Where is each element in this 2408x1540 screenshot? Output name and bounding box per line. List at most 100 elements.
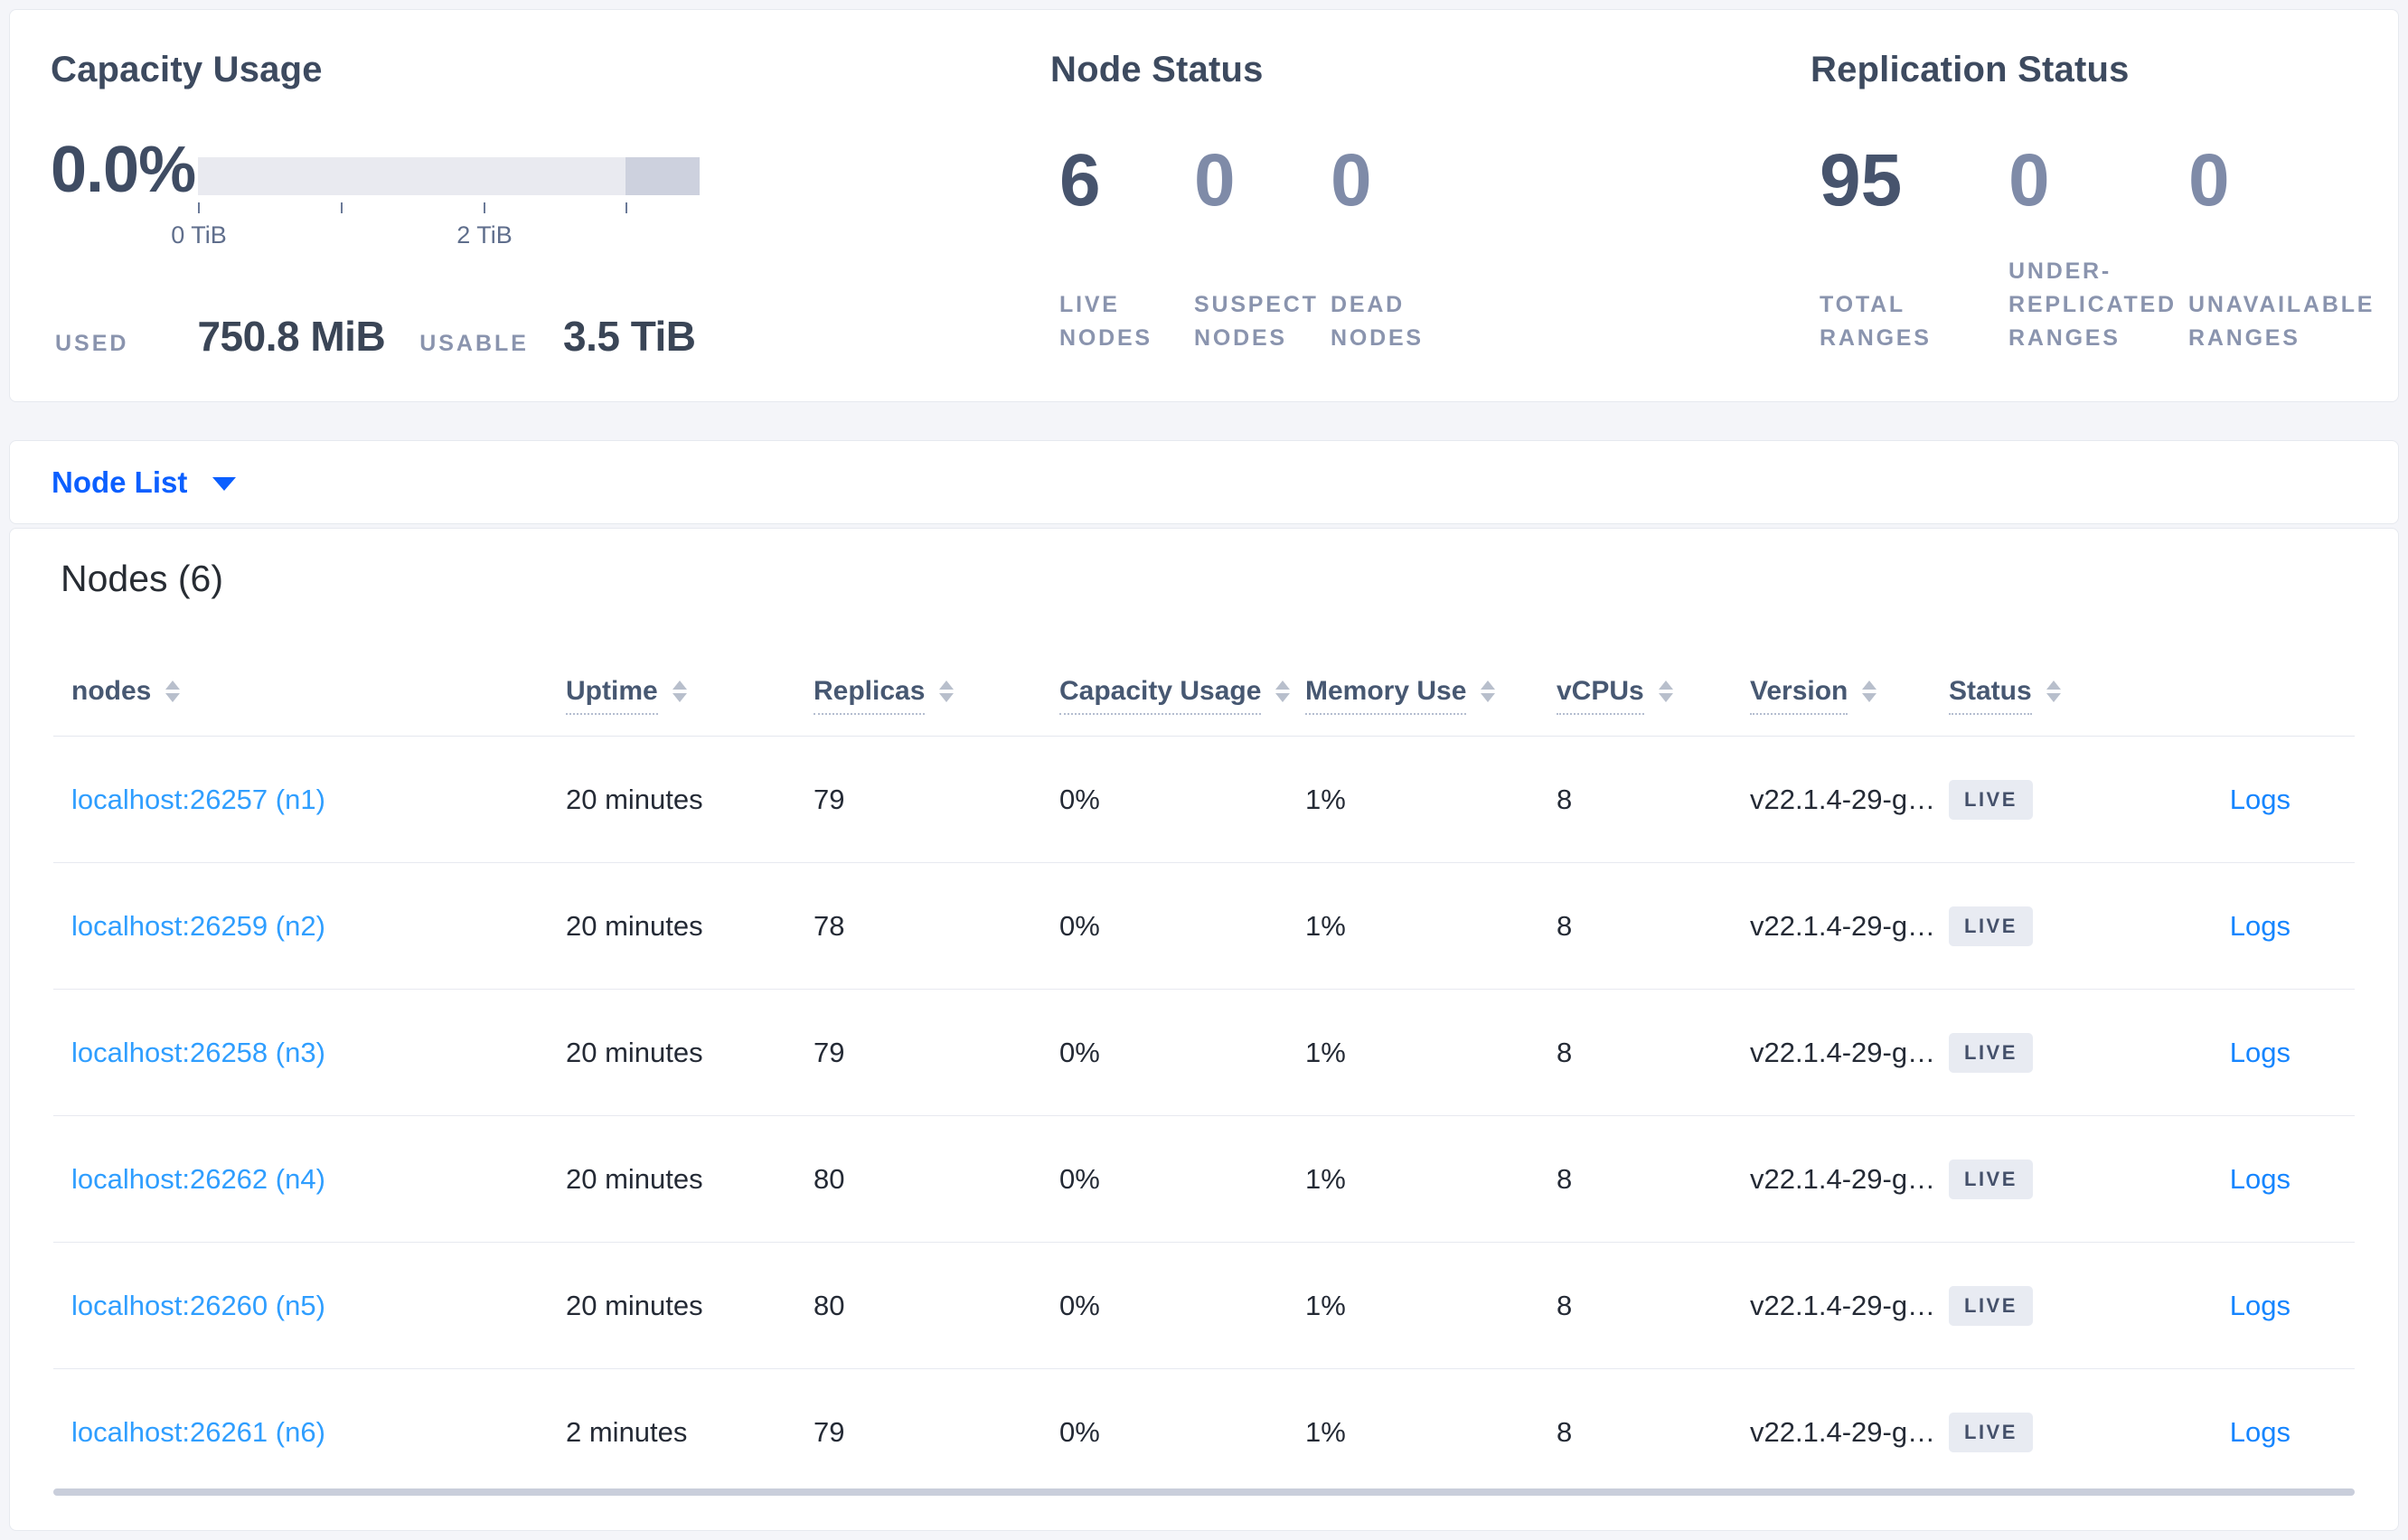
column-header-uptime[interactable]: Uptime <box>566 676 814 715</box>
node-link[interactable]: localhost:26262 (n4) <box>71 1163 325 1195</box>
sort-icon <box>1862 680 1877 702</box>
vcpus-cell: 8 <box>1557 1162 1573 1195</box>
uptime-cell: 20 minutes <box>566 1289 703 1321</box>
live-nodes-count: 6 <box>1059 139 1101 221</box>
status-badge: LIVE <box>1949 1285 2033 1326</box>
sort-icon <box>2046 680 2061 702</box>
under-replicated-ranges-label: UNDER- REPLICATED RANGES <box>2008 258 2177 351</box>
version-cell: v22.1.4-29-g… <box>1750 1416 1936 1448</box>
vcpus-cell: 8 <box>1557 909 1573 942</box>
capacity-usage-section: Capacity Usage 0.0% 0 TiB 2 TiB USED 750… <box>51 46 1018 371</box>
memory-cell: 1% <box>1305 1416 1346 1448</box>
node-link[interactable]: localhost:26258 (n3) <box>71 1037 325 1068</box>
replicas-cell: 80 <box>814 1289 845 1321</box>
cluster-summary-panel: Capacity Usage 0.0% 0 TiB 2 TiB USED 750… <box>9 9 2399 402</box>
memory-cell: 1% <box>1305 909 1346 942</box>
capacity-usage-title: Capacity Usage <box>51 50 323 89</box>
table-row: localhost:26261 (n6) 2 minutes 79 0% 1% … <box>53 1369 2355 1496</box>
capacity-bar-dark-segment <box>626 157 700 195</box>
version-cell: v22.1.4-29-g… <box>1750 783 1936 815</box>
memory-cell: 1% <box>1305 1162 1346 1195</box>
column-header-nodes[interactable]: nodes <box>71 676 566 707</box>
capacity-cell: 0% <box>1059 783 1100 815</box>
suspect-nodes-label: SUSPECT NODES <box>1194 292 1319 351</box>
uptime-cell: 20 minutes <box>566 909 703 942</box>
capacity-bar <box>198 157 700 195</box>
capacity-percent: 0.0% <box>51 134 196 206</box>
vcpus-cell: 8 <box>1557 1289 1573 1321</box>
capacity-cell: 0% <box>1059 1416 1100 1448</box>
replicas-cell: 79 <box>814 1416 845 1448</box>
memory-cell: 1% <box>1305 1036 1346 1068</box>
replication-status-title: Replication Status <box>1811 50 2130 89</box>
vcpus-cell: 8 <box>1557 1036 1573 1068</box>
total-ranges-label: TOTAL RANGES <box>1820 292 1932 351</box>
node-status-section: Node Status 6 0 0 LIVE NODES SUSPECT NOD… <box>1050 46 1773 371</box>
vcpus-cell: 8 <box>1557 1416 1573 1448</box>
logs-link[interactable]: Logs <box>2230 1163 2290 1195</box>
sort-icon <box>939 680 955 702</box>
total-ranges-count: 95 <box>1820 139 1903 221</box>
node-link[interactable]: localhost:26260 (n5) <box>71 1290 325 1321</box>
version-cell: v22.1.4-29-g… <box>1750 1162 1936 1195</box>
status-badge: LIVE <box>1949 779 2033 820</box>
node-list-dropdown[interactable]: Node List <box>10 441 2398 523</box>
replicas-cell: 78 <box>814 909 845 942</box>
column-header-vcpus[interactable]: vCPUs <box>1557 676 1750 715</box>
nodes-table: nodes Uptime Replicas Capacity Usage Mem… <box>53 646 2355 1496</box>
replication-status-section: Replication Status 95 0 0 TOTAL RANGES U… <box>1811 46 2389 371</box>
table-row: localhost:26260 (n5) 20 minutes 80 0% 1%… <box>53 1243 2355 1369</box>
sort-icon <box>672 680 687 702</box>
nodes-section-title: Nodes (6) <box>61 558 224 599</box>
suspect-nodes-count: 0 <box>1194 139 1236 221</box>
column-header-memory-use[interactable]: Memory Use <box>1305 676 1557 715</box>
caret-down-icon <box>212 477 237 491</box>
capacity-cell: 0% <box>1059 1162 1100 1195</box>
uptime-cell: 20 minutes <box>566 1162 703 1195</box>
under-replicated-ranges-count: 0 <box>2008 139 2050 221</box>
nodes-panel: Nodes (6) nodes Uptime Replicas Capacity… <box>9 528 2399 1531</box>
table-row: localhost:26257 (n1) 20 minutes 79 0% 1%… <box>53 737 2355 863</box>
logs-link[interactable]: Logs <box>2230 1037 2290 1068</box>
capacity-cell: 0% <box>1059 1289 1100 1321</box>
unavailable-ranges-label: UNAVAILABLE RANGES <box>2188 292 2375 351</box>
live-nodes-label: LIVE NODES <box>1059 292 1152 351</box>
node-link[interactable]: localhost:26257 (n1) <box>71 784 325 815</box>
column-header-replicas[interactable]: Replicas <box>814 676 1059 715</box>
version-cell: v22.1.4-29-g… <box>1750 1289 1936 1321</box>
status-badge: LIVE <box>1949 1159 2033 1199</box>
used-label: USED <box>55 331 129 356</box>
column-header-capacity-usage[interactable]: Capacity Usage <box>1059 676 1305 715</box>
status-badge: LIVE <box>1949 1413 2033 1452</box>
memory-cell: 1% <box>1305 783 1346 815</box>
replicas-cell: 80 <box>814 1162 845 1195</box>
tick-label-2tib: 2 TiB <box>456 221 513 249</box>
status-badge: LIVE <box>1949 1032 2033 1073</box>
column-header-version[interactable]: Version <box>1750 676 1949 715</box>
dead-nodes-label: DEAD NODES <box>1331 292 1424 351</box>
uptime-cell: 20 minutes <box>566 1036 703 1068</box>
capacity-cell: 0% <box>1059 1036 1100 1068</box>
node-link[interactable]: localhost:26259 (n2) <box>71 910 325 942</box>
logs-link[interactable]: Logs <box>2230 784 2290 815</box>
node-status-title: Node Status <box>1050 50 1264 89</box>
node-list-dropdown-panel: Node List <box>9 440 2399 524</box>
usable-label: USABLE <box>419 331 529 356</box>
unavailable-ranges-count: 0 <box>2188 139 2230 221</box>
node-link[interactable]: localhost:26261 (n6) <box>71 1416 325 1448</box>
logs-link[interactable]: Logs <box>2230 910 2290 942</box>
uptime-cell: 20 minutes <box>566 783 703 815</box>
horizontal-scrollbar[interactable] <box>53 1488 2355 1496</box>
table-row: localhost:26258 (n3) 20 minutes 79 0% 1%… <box>53 990 2355 1116</box>
table-row: localhost:26262 (n4) 20 minutes 80 0% 1%… <box>53 1116 2355 1243</box>
column-header-status[interactable]: Status <box>1949 676 2130 715</box>
logs-link[interactable]: Logs <box>2230 1290 2290 1321</box>
uptime-cell: 2 minutes <box>566 1416 688 1448</box>
node-list-dropdown-label: Node List <box>52 465 188 499</box>
logs-link[interactable]: Logs <box>2230 1416 2290 1448</box>
capacity-cell: 0% <box>1059 909 1100 942</box>
status-badge: LIVE <box>1949 906 2033 946</box>
replicas-cell: 79 <box>814 783 845 815</box>
sort-icon <box>1658 680 1673 702</box>
used-value: 750.8 MiB <box>197 313 386 360</box>
